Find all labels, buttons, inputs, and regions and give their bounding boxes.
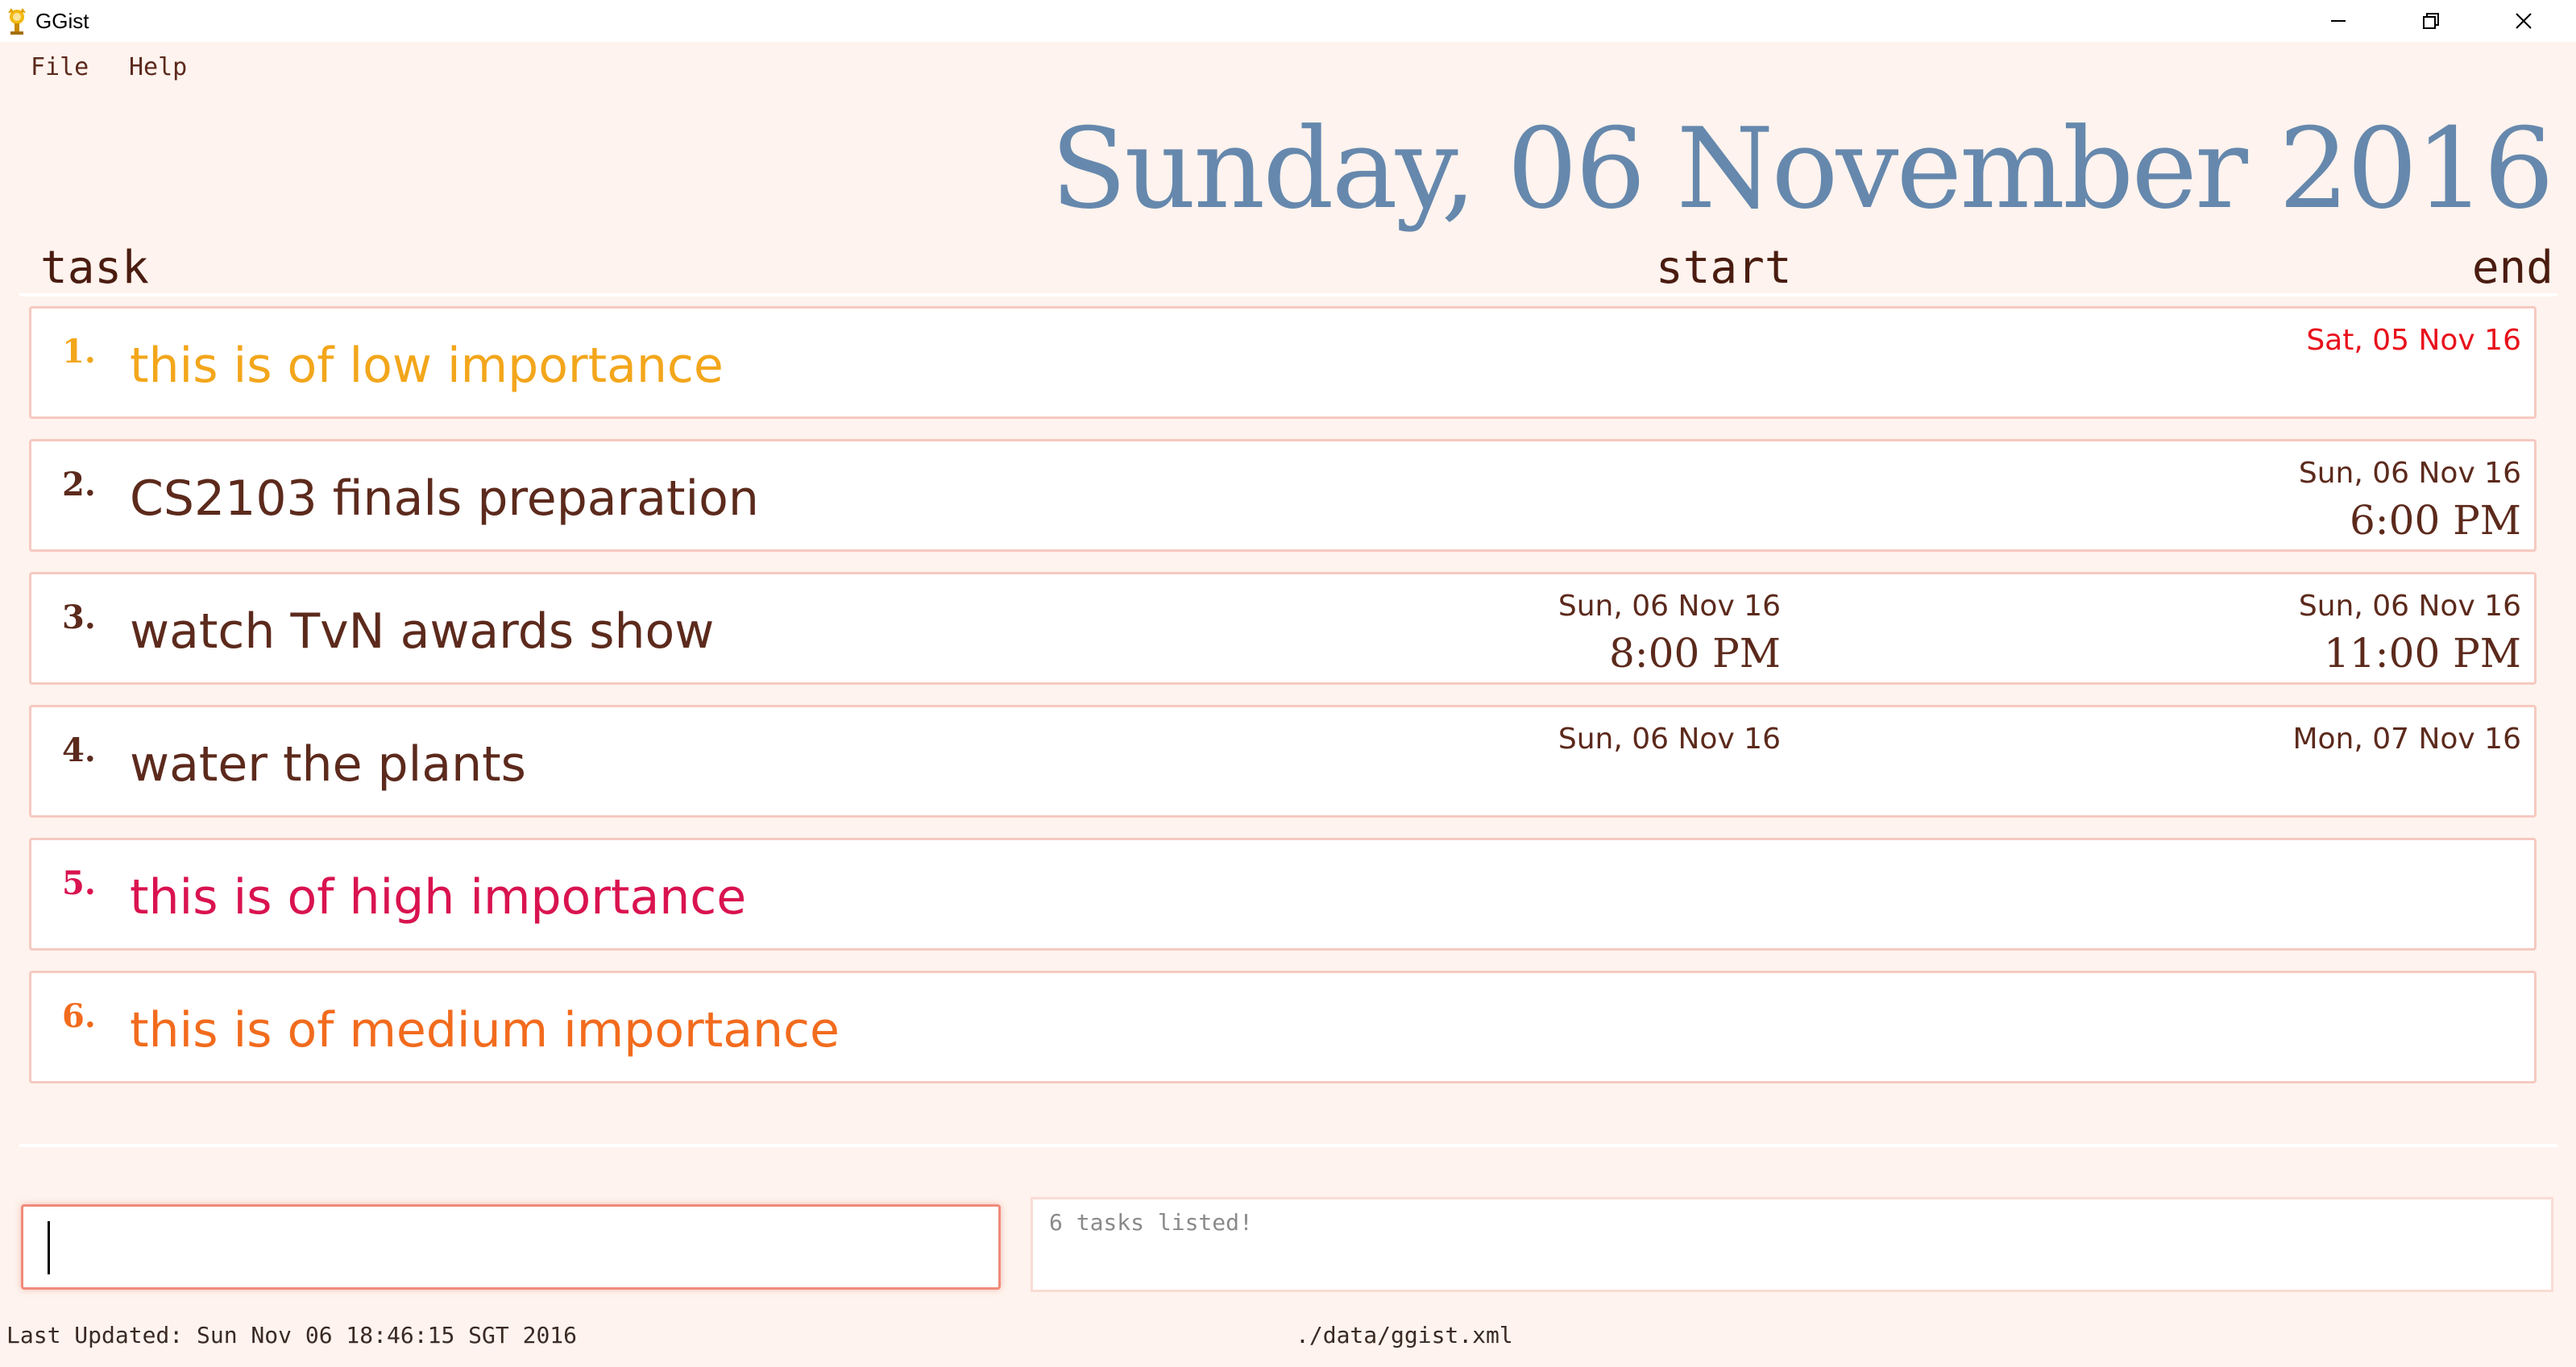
- column-header-start: start: [1656, 242, 1792, 294]
- close-icon: [2516, 13, 2532, 29]
- task-start-time: 8:00 PM: [1608, 630, 1781, 677]
- task-end-date: Mon, 07 Nov 16: [2292, 723, 2521, 756]
- task-name: this is of low importance: [130, 338, 724, 394]
- task-end-date: Sat, 05 Nov 16: [2306, 324, 2521, 357]
- task-start-date: Sun, 06 Nov 16: [1558, 723, 1781, 756]
- text-caret: [48, 1221, 50, 1274]
- task-card[interactable]: 3. watch TvN awards show Sun, 06 Nov 16 …: [29, 572, 2537, 685]
- status-file-path: ./data/ggist.xml: [1296, 1322, 1513, 1348]
- restore-icon: [2423, 13, 2439, 29]
- task-end-date: Sun, 06 Nov 16: [2298, 590, 2521, 623]
- minimize-button[interactable]: [2294, 0, 2383, 42]
- task-card[interactable]: 1. this is of low importance Sat, 05 Nov…: [29, 306, 2537, 419]
- status-last-updated: Last Updated: Sun Nov 06 18:46:15 SGT 20…: [6, 1322, 578, 1348]
- title-bar: GGist: [0, 0, 2576, 42]
- task-start-date: Sun, 06 Nov 16: [1558, 590, 1781, 623]
- task-end-time: 11:00 PM: [2324, 630, 2521, 677]
- current-date-header: Sunday, 06 November 2016: [1050, 104, 2554, 234]
- task-name: CS2103 finals preparation: [130, 470, 759, 527]
- task-list[interactable]: 1. this is of low importance Sat, 05 Nov…: [19, 293, 2557, 1147]
- task-name: this is of high importance: [130, 869, 747, 926]
- ggist-app-icon: [3, 6, 31, 35]
- close-button[interactable]: [2479, 0, 2568, 42]
- task-index: 5.: [62, 864, 96, 902]
- minimize-icon: [2331, 20, 2346, 22]
- column-header-task: task: [40, 242, 149, 294]
- menu-bar: File Help: [0, 42, 2576, 93]
- restore-button[interactable]: [2387, 0, 2475, 42]
- task-index: 6.: [62, 997, 96, 1035]
- task-card[interactable]: 2. CS2103 finals preparation Sun, 06 Nov…: [29, 439, 2537, 552]
- task-card[interactable]: 4. water the plants Sun, 06 Nov 16 Mon, …: [29, 705, 2537, 818]
- task-index: 1.: [62, 333, 96, 371]
- task-index: 4.: [62, 731, 96, 769]
- result-message: 6 tasks listed!: [1049, 1209, 1253, 1236]
- task-name: water the plants: [130, 736, 526, 793]
- task-end-date: Sun, 06 Nov 16: [2298, 457, 2521, 490]
- task-name: this is of medium importance: [130, 1002, 840, 1058]
- menu-file[interactable]: File: [31, 53, 89, 82]
- task-card[interactable]: 5. this is of high importance: [29, 838, 2537, 951]
- task-card[interactable]: 6. this is of medium importance: [29, 971, 2537, 1083]
- task-end-time: 6:00 PM: [2349, 497, 2521, 544]
- command-input[interactable]: [21, 1204, 1001, 1290]
- task-index: 2.: [62, 466, 96, 503]
- task-index: 3.: [62, 599, 96, 636]
- window-title: GGist: [35, 9, 89, 33]
- menu-help[interactable]: Help: [129, 53, 187, 82]
- result-display[interactable]: 6 tasks listed!: [1031, 1197, 2553, 1292]
- task-name: watch TvN awards show: [130, 603, 715, 660]
- column-header-end: end: [2471, 242, 2553, 294]
